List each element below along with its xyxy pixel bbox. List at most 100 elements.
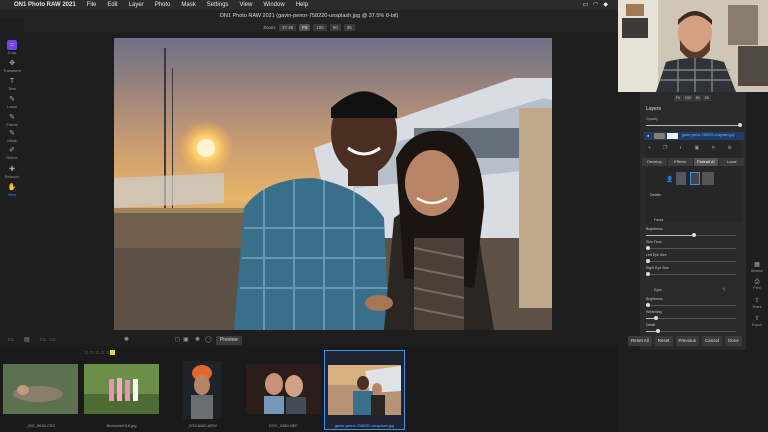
tool-transform[interactable]: ✥ Transform: [0, 60, 24, 73]
module-share[interactable]: ⇪ Share: [748, 298, 766, 309]
crop-icon: ⌗: [10, 42, 14, 49]
nav-100-button[interactable]: 100: [682, 95, 693, 101]
zoom-25-button[interactable]: 25: [343, 23, 355, 31]
face-thumb-3[interactable]: [702, 172, 714, 185]
brightness-icon[interactable]: ✺: [124, 336, 129, 343]
dropbox-icon[interactable]: ◆: [603, 1, 608, 8]
add-face-icon[interactable]: 👤: [666, 176, 673, 183]
layer-mask-icon[interactable]: ◐: [679, 145, 682, 151]
menu-window[interactable]: Window: [263, 2, 284, 8]
eye-picker-icon[interactable]: ✎: [722, 287, 726, 293]
wifi-icon[interactable]: ◠: [593, 1, 598, 8]
left-eye-slider[interactable]: [646, 259, 736, 263]
print-icon: ⎙: [754, 279, 760, 285]
tab-portrait-ai[interactable]: Portrait AI: [693, 158, 719, 166]
tool-local[interactable]: ✎ Local: [0, 96, 24, 109]
menu-layer[interactable]: Layer: [129, 2, 144, 8]
zoom-value[interactable]: 37.45: [278, 23, 297, 31]
menu-mask[interactable]: Mask: [181, 2, 195, 8]
mask-view-icon[interactable]: ◻: [175, 336, 180, 343]
right-eye-slider[interactable]: [646, 272, 736, 276]
settings-icon[interactable]: ✺: [195, 336, 200, 343]
skin-face-slider[interactable]: [646, 246, 736, 250]
zoom-fit-button[interactable]: Fit: [299, 23, 311, 31]
eyes-section-label[interactable]: Eyes: [654, 288, 662, 292]
zoom-50-button[interactable]: 50: [329, 23, 341, 31]
menu-settings[interactable]: Settings: [207, 2, 229, 8]
layer-group-icon[interactable]: ▣: [694, 145, 699, 151]
export-icon: ⇧: [754, 316, 760, 322]
details-label[interactable]: Details: [650, 193, 661, 197]
reset-all-button[interactable]: Reset All: [628, 336, 652, 346]
compare-icon[interactable]: ▭: [8, 336, 14, 343]
alpha-icon[interactable]: ▣: [183, 336, 189, 343]
tool-view[interactable]: ✋ View: [0, 184, 24, 197]
view-mode-icon[interactable]: ▭: [40, 336, 46, 343]
tool-label: View: [7, 192, 17, 197]
view-mode-alt-icon[interactable]: ▭: [50, 336, 56, 343]
filmstrip-thumb[interactable]: [183, 361, 221, 419]
done-button[interactable]: Done: [725, 336, 742, 346]
eyes-brightness-slider[interactable]: [646, 303, 736, 307]
filmstrip-thumb-selected[interactable]: [324, 350, 405, 430]
whitening-slider[interactable]: [646, 316, 736, 320]
module-tabs: Develop Effects Portrait AI Local: [642, 158, 744, 166]
detail-slider[interactable]: [646, 329, 736, 333]
circle-icon[interactable]: ◯: [205, 336, 212, 343]
tool-forms[interactable]: ✎ Forms: [0, 114, 24, 127]
tool-text[interactable]: T Text: [0, 78, 24, 91]
browse-icon: ▦: [754, 262, 760, 268]
filmstrip-thumb[interactable]: [246, 364, 321, 414]
filmstrip-icon[interactable]: ▤: [24, 336, 30, 343]
battery-icon[interactable]: ▭: [582, 1, 588, 8]
filmstrip-thumb[interactable]: [3, 364, 78, 414]
tool-retouch[interactable]: ✚ Retouch: [0, 166, 24, 179]
thumb-filename: DSC_0380.NEF: [269, 423, 298, 428]
thumb-image: [325, 351, 404, 429]
rating-stars[interactable]: ☆☆☆☆☆: [84, 350, 111, 356]
zoom-100-button[interactable]: 100: [313, 23, 327, 31]
menu-help[interactable]: Help: [296, 2, 308, 8]
color-label-yellow[interactable]: [110, 350, 115, 355]
reset-button[interactable]: Reset: [654, 336, 673, 346]
menu-app-name[interactable]: ON1 Photo RAW 2021: [14, 2, 76, 8]
layer-delete-icon[interactable]: ✕: [711, 145, 715, 151]
tab-develop[interactable]: Develop: [642, 158, 667, 166]
opacity-slider[interactable]: [646, 123, 742, 127]
tab-local[interactable]: Local: [719, 158, 744, 166]
nav-25-button[interactable]: 25: [702, 95, 711, 101]
tool-mask[interactable]: ✎ Mask: [0, 130, 24, 143]
nav-fit-button[interactable]: Fit: [674, 95, 682, 101]
menu-photo[interactable]: Photo: [155, 2, 171, 8]
module-label: Print: [753, 286, 761, 290]
tool-refine[interactable]: ✐ Refine: [0, 147, 24, 160]
tab-effects[interactable]: Effects: [667, 158, 693, 166]
menu-edit[interactable]: Edit: [107, 2, 117, 8]
module-export[interactable]: ⇧ Export: [748, 316, 766, 327]
filmstrip-thumb[interactable]: [84, 364, 159, 414]
nav-50-button[interactable]: 50: [693, 95, 702, 101]
module-print[interactable]: ⎙ Print: [748, 279, 766, 290]
eye-icon[interactable]: ●: [647, 133, 649, 138]
thumb-filename-selected: gavin-penor-758220-unsplash.jpg: [334, 423, 395, 428]
view-icon: ✋: [7, 184, 17, 191]
menu-view[interactable]: View: [239, 2, 252, 8]
opacity-label: Opacity: [646, 117, 658, 121]
cancel-button[interactable]: Cancel: [702, 336, 723, 346]
face-brightness-slider[interactable]: [646, 233, 736, 237]
faces-section-label[interactable]: Faces: [654, 218, 664, 222]
layer-add-icon[interactable]: +: [648, 145, 651, 151]
face-thumb-2[interactable]: [690, 172, 700, 185]
previous-button[interactable]: Previous: [675, 336, 700, 346]
status-icons: ▭ ◠ ◆: [582, 1, 608, 8]
face-thumb-1[interactable]: [676, 172, 686, 185]
layer-row-selected[interactable]: ● gavin-penor-758220-unsplash.jpg: [644, 132, 744, 140]
menu-file[interactable]: File: [87, 2, 97, 8]
module-browse[interactable]: ▦ Browse: [748, 262, 766, 273]
preview-button[interactable]: Preview: [216, 336, 242, 345]
photo-canvas[interactable]: [114, 38, 552, 330]
layer-copy-icon[interactable]: ❐: [663, 145, 667, 151]
tool-crop[interactable]: ⌗ Crop: [0, 42, 24, 55]
refine-icon: ✐: [9, 147, 15, 154]
layer-settings-icon[interactable]: ⚙: [727, 145, 731, 151]
